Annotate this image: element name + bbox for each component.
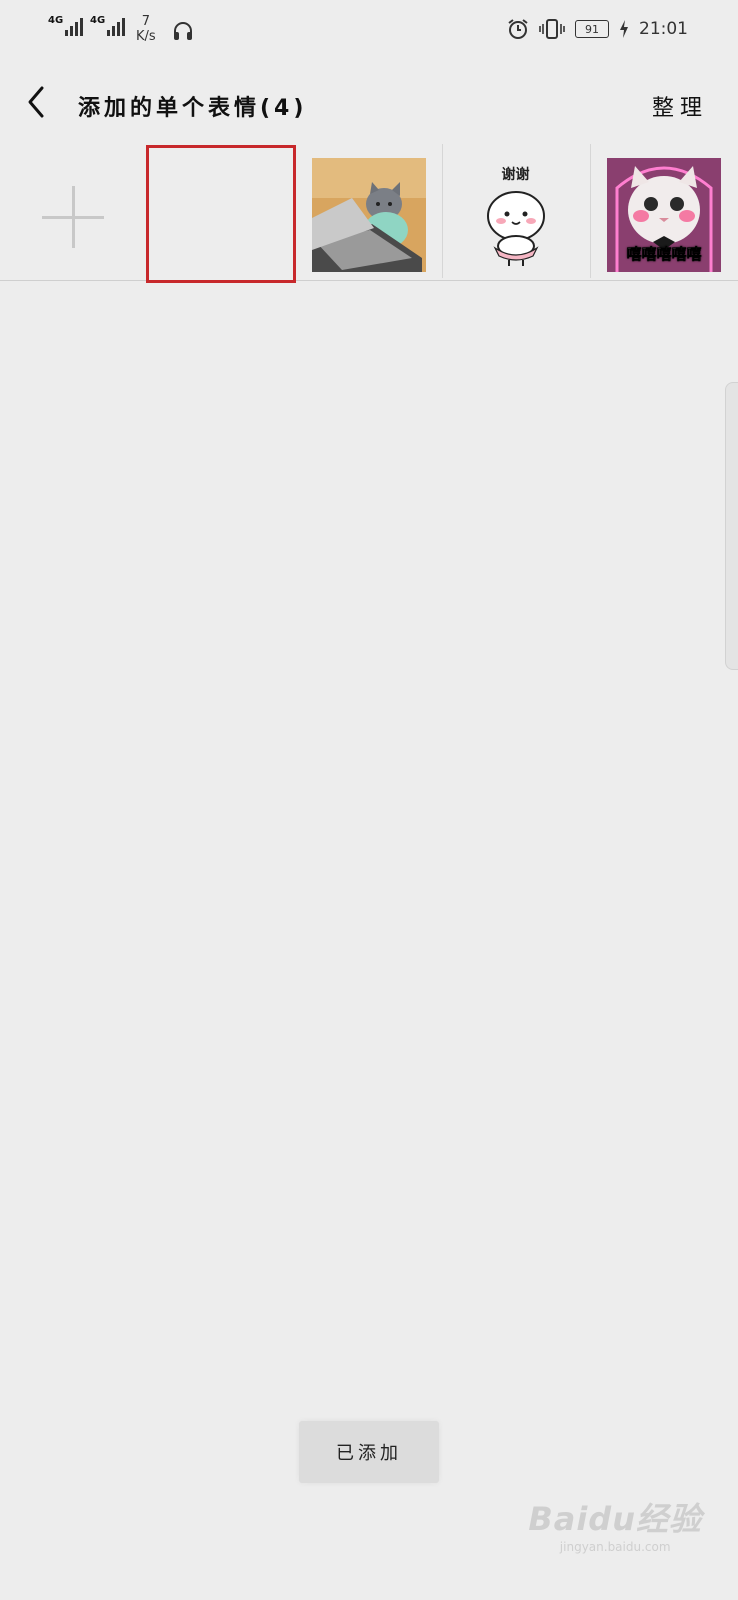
signal-icon: 4G xyxy=(48,15,84,36)
battery-icon: 91 xyxy=(575,20,609,38)
vibrate-icon xyxy=(539,19,565,39)
speed-unit: K/s xyxy=(136,29,156,44)
network-type-1: 4G xyxy=(48,15,64,26)
sticker-grid: 谢谢 嘻嘻嘻嘻嘻 xyxy=(0,144,738,283)
status-right: 91 21:01 xyxy=(507,18,688,40)
charging-icon xyxy=(620,20,628,38)
back-button[interactable] xyxy=(20,84,56,120)
speed-value: 7 xyxy=(141,14,150,29)
kitten-image: 嘻嘻嘻嘻嘻 xyxy=(607,158,721,272)
network-speed: 7 K/s xyxy=(136,14,156,44)
headset-icon xyxy=(174,22,192,40)
battery-level: 91 xyxy=(585,22,599,36)
cat-laptop-image xyxy=(312,158,426,272)
sticker-cat-laptop[interactable] xyxy=(296,144,442,278)
watermark-logo: Baidu经验 xyxy=(528,1500,702,1538)
organize-button[interactable]: 整理 xyxy=(652,90,708,122)
title-bar: 添加的单个表情(4) 整理 xyxy=(0,62,738,144)
signal-icon: 4G xyxy=(90,15,126,36)
sticker-kitten[interactable]: 嘻嘻嘻嘻嘻 xyxy=(590,144,738,278)
added-button[interactable]: 已添加 xyxy=(299,1421,439,1483)
chevron-left-icon xyxy=(28,86,44,118)
clock: 21:01 xyxy=(639,19,688,39)
thanks-caption: 谢谢 xyxy=(501,167,530,183)
scroll-handle[interactable] xyxy=(725,382,738,670)
plus-icon xyxy=(42,186,104,248)
sticker-thanks[interactable]: 谢谢 xyxy=(442,144,588,278)
kitten-caption: 嘻嘻嘻嘻嘻 xyxy=(626,245,702,264)
network-type-2: 4G xyxy=(90,15,106,26)
sticker-blank-selected[interactable] xyxy=(146,145,296,283)
baidu-watermark: Baidu经验 jingyan.baidu.com xyxy=(528,1494,702,1554)
thanks-character-image xyxy=(487,191,545,266)
add-sticker-button[interactable] xyxy=(0,144,146,278)
watermark-url: jingyan.baidu.com xyxy=(559,1540,671,1554)
alarm-icon xyxy=(508,19,528,39)
page-title: 添加的单个表情(4) xyxy=(78,96,308,121)
status-bar: 4G 4G 7 K/s 91 21:01 xyxy=(0,0,738,62)
